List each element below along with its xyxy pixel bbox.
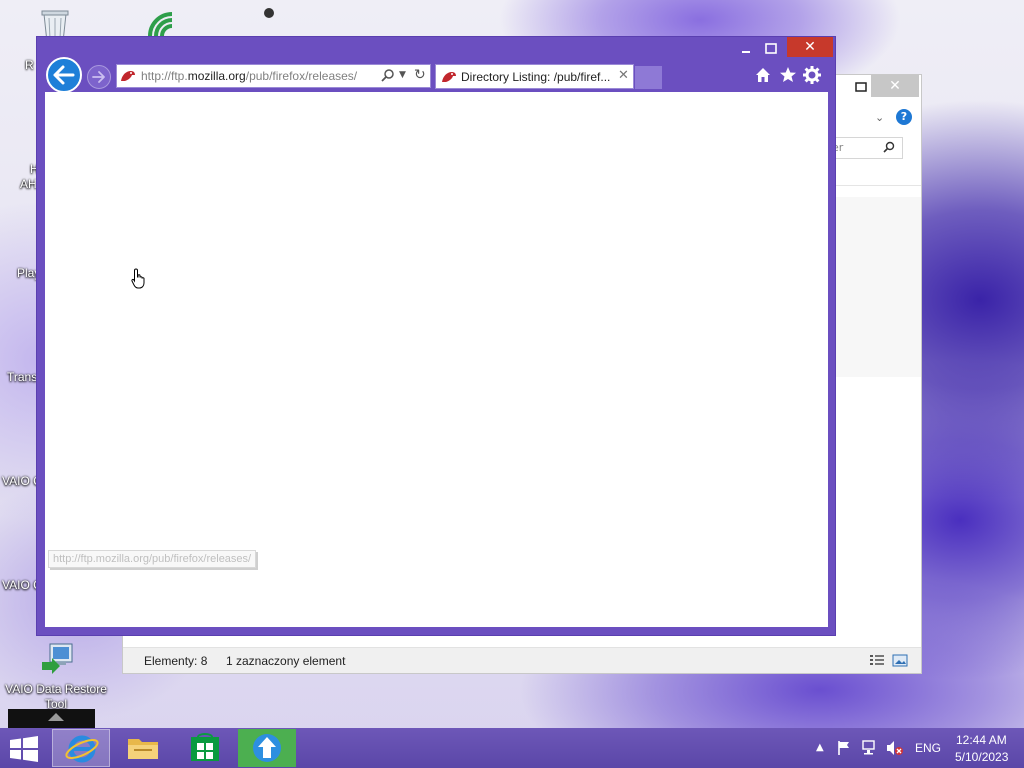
ie-window[interactable]: ✕ http://ftp.mozilla.org/pub/firefox/rel… xyxy=(36,36,836,636)
search-icon[interactable] xyxy=(381,68,395,82)
star-icon[interactable] xyxy=(778,65,798,85)
mozilla-favicon-icon xyxy=(121,71,135,81)
upload-arrow-icon xyxy=(253,734,281,762)
item-count: Elementy: 8 xyxy=(144,654,208,668)
minimize-button[interactable] xyxy=(735,41,757,57)
minimize-icon xyxy=(742,51,750,53)
taskbar-internet-explorer[interactable] xyxy=(52,729,110,767)
close-tab-icon[interactable]: ✕ xyxy=(618,68,629,83)
search-icon[interactable] xyxy=(883,141,895,153)
large-icons-view-icon[interactable] xyxy=(892,654,908,667)
home-icon[interactable] xyxy=(753,65,773,85)
flag-icon[interactable] xyxy=(836,740,852,756)
speaker-muted-icon[interactable] xyxy=(885,740,903,756)
network-icon[interactable] xyxy=(861,740,879,756)
maximize-button[interactable] xyxy=(760,41,782,57)
taskbar-store[interactable] xyxy=(176,729,234,767)
desktop-icon-vaio-data-restore[interactable]: VAIO Data Restore Tool xyxy=(1,640,111,712)
windows-start-icon[interactable] xyxy=(8,736,40,762)
chevron-down-icon[interactable]: ⌄ xyxy=(875,111,884,124)
new-tab-button[interactable] xyxy=(635,66,662,89)
internet-explorer-icon xyxy=(65,735,99,763)
toast-bar xyxy=(8,709,95,728)
address-url[interactable]: http://ftp.mozilla.org/pub/firefox/relea… xyxy=(141,69,357,83)
clock-date[interactable]: 5/10/2023 xyxy=(955,750,1008,764)
mozilla-favicon-icon xyxy=(442,72,456,82)
close-button[interactable]: ✕ xyxy=(787,37,833,57)
explorer-close-button[interactable]: ✕ xyxy=(871,75,919,97)
taskbar-file-explorer[interactable] xyxy=(114,729,172,767)
chevron-up-icon[interactable]: ▲ xyxy=(816,742,824,753)
selection-count: 1 zaznaczony element xyxy=(226,654,346,668)
folder-icon xyxy=(128,739,158,759)
maximize-icon xyxy=(765,43,777,54)
clock-time[interactable]: 12:44 AM xyxy=(956,733,1007,747)
chevron-down-icon[interactable]: ▼ xyxy=(399,70,406,80)
address-bar[interactable]: http://ftp.mozilla.org/pub/firefox/relea… xyxy=(116,64,431,88)
arrow-up-icon xyxy=(48,713,64,721)
taskbar: ▲ ENG 12:44 AM 5/10/2023 xyxy=(0,728,1024,768)
explorer-status-bar: Elementy: 8 1 zaznaczony element xyxy=(123,647,921,673)
desktop-object-icon xyxy=(264,8,274,18)
help-icon[interactable]: ? xyxy=(896,109,912,125)
refresh-icon[interactable]: ↻ xyxy=(414,67,426,83)
language-indicator[interactable]: ENG xyxy=(915,741,941,755)
hand-cursor-icon xyxy=(131,268,145,289)
taskbar-update-app[interactable] xyxy=(238,729,296,767)
details-view-icon[interactable] xyxy=(869,654,885,667)
tab-directory-listing[interactable]: Directory Listing: /pub/firef... ✕ xyxy=(435,64,634,89)
tab-label: Directory Listing: /pub/firef... xyxy=(461,70,611,84)
vaio-restore-icon xyxy=(42,643,73,674)
maximize-icon[interactable] xyxy=(851,79,871,95)
wifi-app-icon[interactable] xyxy=(146,10,180,38)
desktop-label-ahd: AH xyxy=(20,177,37,191)
gear-icon[interactable] xyxy=(802,65,822,85)
desktop-icon-label: VAIO Data Restore Tool xyxy=(5,682,107,711)
store-icon xyxy=(191,733,219,761)
back-button[interactable] xyxy=(46,57,82,93)
status-url-tooltip: http://ftp.mozilla.org/pub/firefox/relea… xyxy=(48,550,257,568)
back-arrow-icon xyxy=(53,65,75,85)
recycle-bin-label: R xyxy=(25,58,34,72)
forward-button[interactable] xyxy=(87,65,111,89)
desktop-label-trans: Trans xyxy=(7,370,38,384)
forward-arrow-icon xyxy=(92,71,105,83)
page-content[interactable] xyxy=(45,92,828,627)
